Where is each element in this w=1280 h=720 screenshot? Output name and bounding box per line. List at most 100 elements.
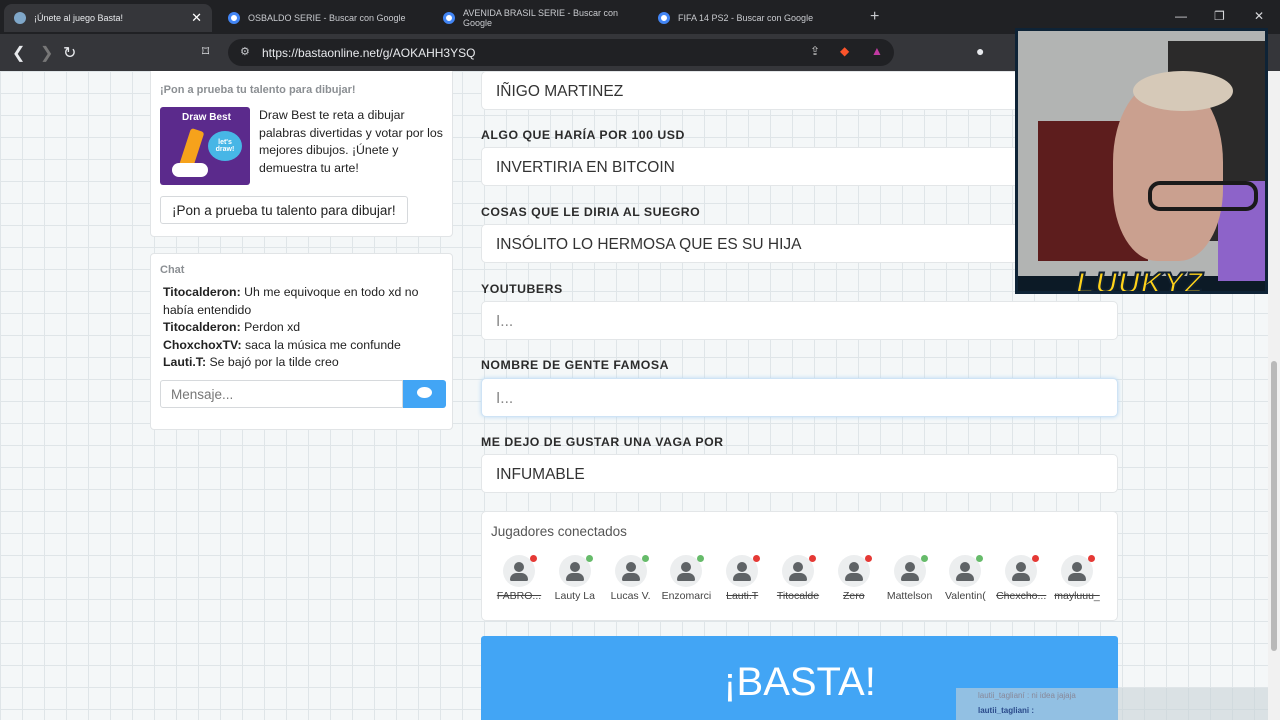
player-item[interactable]: Lucas V. [603,555,659,605]
speech-bubble-icon [417,387,432,398]
share-icon[interactable]: ⇪ [810,44,820,58]
status-dot-icon [976,555,984,562]
tab-title: FIFA 14 PS2 - Buscar con Google [678,13,814,23]
status-dot-icon [1032,555,1040,562]
brave-rewards-icon[interactable]: ▲ [871,44,883,58]
player-item[interactable]: FABRO... [491,555,547,605]
players-title: Jugadores conectados [491,524,627,539]
status-dot-icon [585,555,593,562]
extension-icon[interactable]: ● [976,43,984,59]
category-input-4[interactable]: I... [481,301,1118,340]
category-label-2: ALGO QUE HARÍA POR 100 USD [481,128,685,142]
streamer-name: LUUKYZ [1075,266,1204,294]
player-item[interactable]: Lauty La [547,555,603,605]
player-name: Lucas V. [610,590,651,602]
category-input-6[interactable]: INFUMABLE [481,454,1118,493]
chat-message: Titocalderon: Uh me equivoque en todo xd… [163,284,438,319]
chat-message-input[interactable]: Mensaje... [160,380,403,408]
stream-chat-text: : ni idea jajaja [1026,691,1076,700]
forward-icon[interactable]: ❯ [40,43,53,63]
cam-person [1148,181,1258,211]
minimize-icon[interactable]: — [1175,9,1187,23]
basta-favicon-icon [14,12,26,24]
player-item[interactable]: Chexcho... [993,555,1049,605]
draw-best-image[interactable]: Draw Best let's draw! [160,107,250,185]
category-label-6: ME DEJO DE GUSTAR UNA VAGA POR [481,435,724,449]
new-tab-button[interactable]: + [870,8,879,26]
status-dot-icon [864,555,872,562]
player-name: Enzomarci [661,590,712,602]
tab-avenida-brasil[interactable]: AVENIDA BRASIL SERIE - Buscar con Google [433,4,643,32]
chat-message: ChoxchoxTV: saca la música me confunde [163,337,438,355]
webcam-overlay: LUUKYZ [1015,28,1268,294]
cloud-icon [172,163,208,177]
promo-title: ¡Pon a prueba tu talento para dibujar! [160,84,356,96]
page-scrollbar[interactable] [1268,71,1280,720]
player-name: Chexcho... [996,590,1047,602]
chat-user: Lauti.T: [163,355,207,369]
draw-best-image-title: Draw Best [182,112,231,123]
chat-user: Titocalderon: [163,285,241,299]
tab-title: ¡Únete al juego Basta! [34,13,124,23]
chat-message: Lauti.T: Se bajó por la tilde creo [163,354,438,372]
player-name: Valentin( [945,590,986,602]
player-name: Titocalde [776,590,820,602]
status-dot-icon [809,555,816,562]
chat-text: saca la música me confunde [241,337,401,352]
chat-user: Titocalderon: [163,320,241,334]
scrollbar-thumb[interactable] [1271,361,1277,651]
brave-shields-icon[interactable]: ◆ [840,44,849,58]
player-name: Zero [843,590,865,602]
player-name: Mattelson [886,590,933,602]
google-icon [228,12,240,24]
chat-title: Chat [160,264,185,276]
maximize-icon[interactable]: ❐ [1214,9,1225,23]
promo-description: Draw Best te reta a dibujar palabras div… [259,108,443,175]
player-item[interactable]: Mattelson [882,555,938,605]
google-icon [443,12,455,24]
player-item[interactable]: mayluuu_ [1049,555,1105,605]
back-icon[interactable]: ❮ [12,43,25,63]
status-dot-icon [753,555,761,562]
stream-chat-overlay: lautii_taglianí : ni idea jajaja lautii_… [956,688,1268,720]
player-item[interactable]: Titocalde [770,555,826,605]
cam-person [1133,71,1233,111]
chat-messages: Titocalderon: Uh me equivoque en todo xd… [163,284,438,372]
status-dot-icon [1088,555,1095,562]
promo-card: ¡Pon a prueba tu talento para dibujar! D… [150,71,453,237]
close-tab-icon[interactable]: ✕ [191,10,202,26]
status-dot-icon [920,555,928,562]
category-label-4: YOUTUBERS [481,282,563,296]
player-name: Lauti.T [726,590,759,602]
url-text: https://bastaonline.net/g/AOKAHH3YSQ [262,46,476,60]
category-input-5[interactable]: I... [481,378,1118,417]
status-dot-icon [530,555,537,562]
player-name: FABRO... [496,590,542,602]
player-item[interactable]: Valentin( [937,555,993,605]
promo-button[interactable]: ¡Pon a prueba tu talento para dibujar! [160,196,408,224]
address-bar[interactable]: ⚙ https://bastaonline.net/g/AOKAHH3YSQ ⇪… [228,39,894,66]
stream-chat-line: lautii_taglianí : ni idea jajaja [978,691,1076,700]
google-icon [658,12,670,24]
stream-chat-line: lautii_tagliani : [978,706,1034,715]
bookmark-icon[interactable]: ⌑ [202,43,209,60]
player-name: Lauty La [554,590,595,602]
tab-basta[interactable]: ¡Únete al juego Basta! ✕ [4,4,212,32]
player-name: mayluuu_ [1054,590,1100,602]
chat-card: Chat Titocalderon: Uh me equivoque en to… [150,253,453,430]
status-dot-icon [697,555,705,562]
chat-user: ChoxchoxTV: [163,337,242,352]
player-item[interactable]: Enzomarci [658,555,714,605]
category-label-5: NOMBRE DE GENTE FAMOSA [481,358,669,372]
reload-icon[interactable]: ↻ [63,43,76,63]
tab-title: OSBALDO SERIE - Buscar con Google [248,13,406,23]
tab-osbaldo[interactable]: OSBALDO SERIE - Buscar con Google [218,4,428,32]
player-item[interactable]: Zero [826,555,882,605]
close-window-icon[interactable]: ✕ [1254,9,1264,23]
connected-players-card: Jugadores conectados FABRO... Lauty La Luc… [481,511,1118,621]
chat-send-button[interactable] [403,380,446,408]
tab-fifa[interactable]: FIFA 14 PS2 - Buscar con Google [648,4,858,32]
site-info-icon[interactable]: ⚙ [240,45,250,58]
player-item[interactable]: Lauti.T [714,555,770,605]
stream-chat-user: lautii_tagliani : [978,706,1035,715]
